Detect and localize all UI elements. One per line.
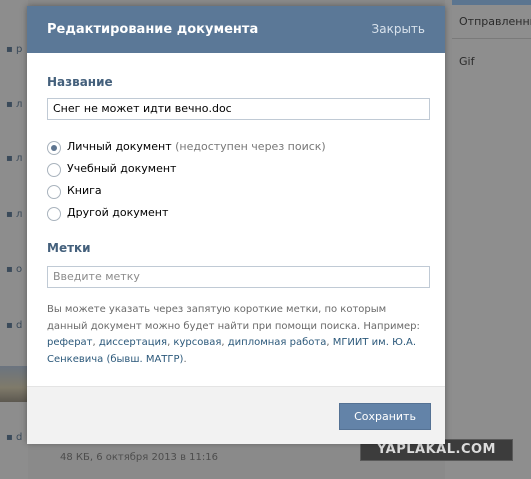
radio-label: Личный документ: [67, 140, 172, 153]
background-folder-sent: Отправленны: [459, 15, 531, 28]
hint-example-link[interactable]: реферат: [47, 337, 93, 348]
edit-document-dialog: Редактирование документа Закрыть Названи…: [27, 6, 445, 444]
background-list-icon: ▪ d: [6, 320, 23, 331]
background-thumbnail: [0, 366, 28, 402]
background-right-tab: [452, 0, 531, 5]
tags-section-label: Метки: [47, 241, 91, 255]
background-list-icon: ▪ о: [6, 264, 23, 275]
background-right-column: [445, 0, 531, 479]
radio-label: Другой документ: [67, 206, 169, 219]
radio-label: Книга: [67, 184, 102, 197]
close-link[interactable]: Закрыть: [372, 22, 425, 36]
dialog-footer: Сохранить: [27, 386, 445, 444]
background-file-meta: 48 КБ, 6 октября 2013 в 11:16: [60, 452, 218, 463]
tags-hint: Вы можете указать через запятую короткие…: [47, 304, 420, 365]
radio-label: Учебный документ: [67, 162, 177, 175]
background-list-icon: ▪ л: [6, 209, 23, 220]
radio-icon: [47, 185, 61, 199]
radio-note: (недоступен через поиск): [171, 140, 326, 153]
background-divider: [452, 38, 531, 39]
tags-input[interactable]: Введите метку: [47, 266, 430, 288]
radio-icon: [47, 163, 61, 177]
background-left-column: [0, 0, 28, 479]
radio-checked-icon: [47, 141, 61, 155]
hint-end: .: [183, 353, 187, 365]
background-list-icon: ▪ л: [6, 153, 23, 164]
save-button[interactable]: Сохранить: [339, 403, 431, 430]
dialog-title: Редактирование документа: [47, 22, 259, 37]
hint-example-link[interactable]: диссертация: [99, 337, 167, 348]
hint-example-link[interactable]: дипломная работа: [228, 337, 327, 348]
dialog-header: Редактирование документа Закрыть: [27, 6, 445, 53]
hint-text: Вы можете указать через запятую короткие…: [47, 304, 420, 332]
name-section-label: Название: [47, 75, 113, 89]
radio-icon: [47, 207, 61, 221]
background-folder-gif: Gif: [459, 55, 475, 68]
background-list-icon: ▪ d: [6, 432, 23, 443]
document-name-input[interactable]: Снег не может идти вечно.doc: [47, 98, 430, 120]
background-list-icon: ▪ л: [6, 99, 23, 110]
hint-example-link[interactable]: курсовая: [173, 337, 221, 348]
background-list-icon: ▪ р: [6, 44, 23, 55]
